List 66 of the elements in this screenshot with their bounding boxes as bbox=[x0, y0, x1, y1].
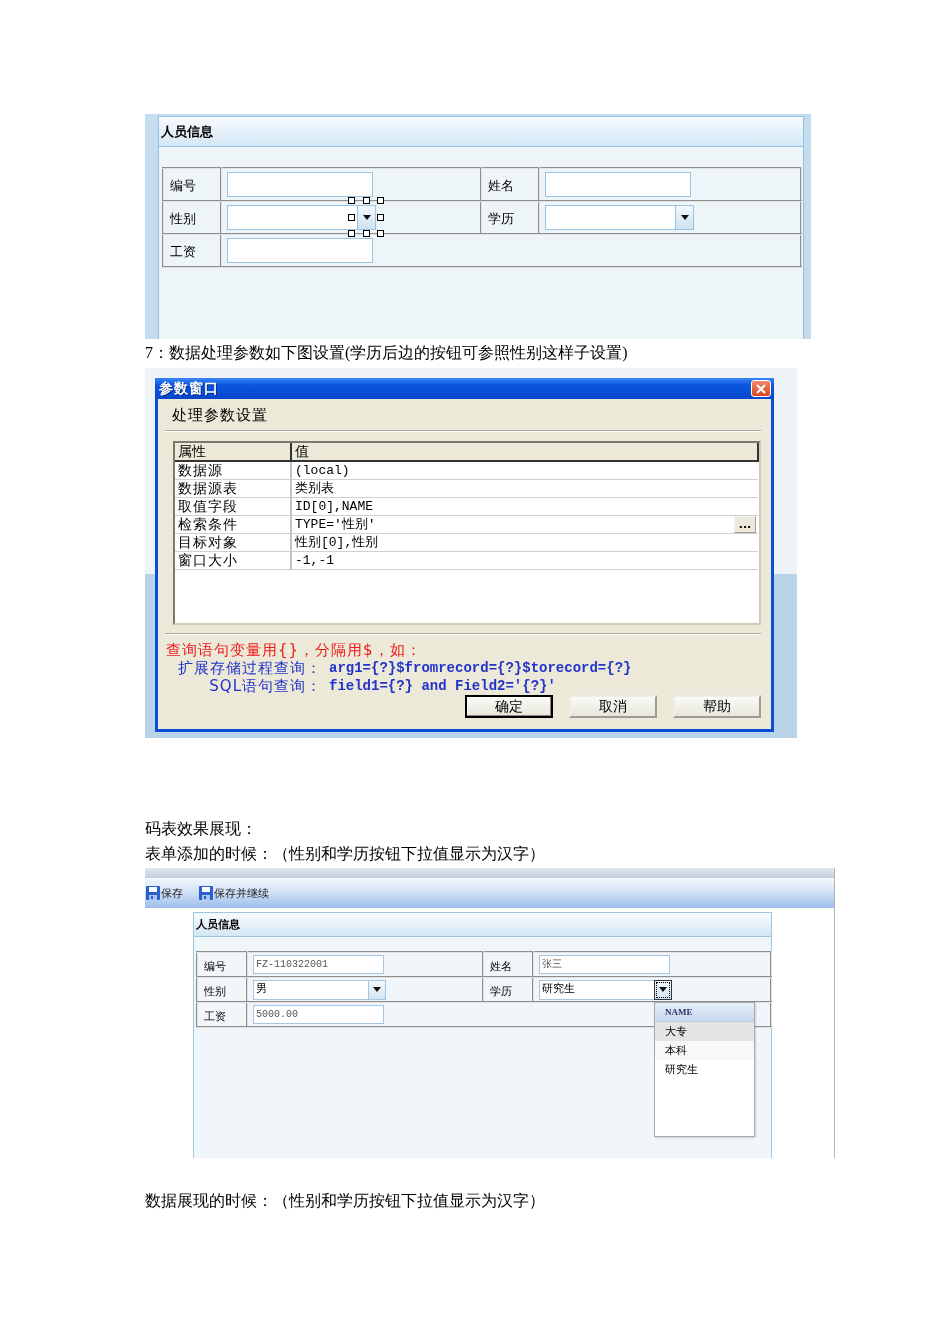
dialog-button[interactable]: 取消 bbox=[569, 695, 657, 718]
dropdown-button[interactable] bbox=[675, 205, 694, 230]
toolbar-button[interactable]: 保存并继续 bbox=[199, 885, 271, 901]
caret-icon bbox=[362, 215, 371, 220]
property-name: 取值字段 bbox=[178, 498, 238, 514]
panel-title: 人员信息 bbox=[196, 917, 240, 932]
text-field[interactable] bbox=[545, 172, 691, 197]
field-label: 工资 bbox=[169, 243, 196, 259]
select-field[interactable] bbox=[227, 205, 357, 230]
selection-handles-drawing[interactable] bbox=[348, 197, 384, 237]
hint-text: 查询语句变量用{}，分隔用$，如： bbox=[166, 641, 422, 659]
text-field[interactable] bbox=[227, 172, 373, 197]
caption-text: 表单添加的时候：（性别和学历按钮下拉值显示为汉字） bbox=[145, 844, 545, 864]
property-name: 窗口大小 bbox=[178, 552, 238, 568]
example-code: field1={?} and Field2='{?}' bbox=[329, 677, 556, 695]
dropdown-button[interactable] bbox=[654, 979, 672, 1000]
field-label: 学历 bbox=[487, 210, 514, 226]
list-header: NAME bbox=[655, 1002, 754, 1022]
browse-button[interactable]: ... bbox=[734, 516, 756, 533]
field-label: 姓名 bbox=[489, 960, 512, 973]
field-label: 姓名 bbox=[487, 177, 514, 193]
dialog-button[interactable]: 帮助 bbox=[673, 695, 761, 718]
text-field[interactable] bbox=[227, 238, 373, 263]
column-header: 值 bbox=[291, 443, 758, 461]
property-name: 检索条件 bbox=[178, 516, 238, 532]
panel-title: 人员信息 bbox=[161, 122, 213, 141]
step-note: 7：数据处理参数如下图设置(学历后边的按钮可参照性别这样子设置) bbox=[145, 343, 628, 364]
field-label: 工资 bbox=[203, 1010, 226, 1023]
property-value: TYPE='性别' bbox=[295, 516, 376, 533]
caret-icon bbox=[373, 987, 381, 992]
property-value: (local) bbox=[295, 462, 350, 479]
save-icon bbox=[199, 886, 213, 900]
property-value: -1,-1 bbox=[295, 552, 334, 569]
field-label: 学历 bbox=[489, 985, 512, 998]
property-value: 类别表 bbox=[295, 480, 334, 497]
section-heading: 处理参数设置 bbox=[172, 406, 268, 424]
text-field[interactable]: 5000.00 bbox=[253, 1005, 384, 1024]
dialog-button[interactable]: 确定 bbox=[465, 695, 553, 718]
text-field[interactable]: FZ-110322001 bbox=[253, 955, 384, 974]
text-field[interactable]: 张三 bbox=[539, 955, 670, 974]
example-label: SQL语句查询： bbox=[209, 677, 322, 695]
field-label: 编号 bbox=[203, 960, 226, 973]
example-label: 扩展存储过程查询： bbox=[178, 659, 322, 677]
example-code: arg1={?}$fromrecord={?}$torecord={?} bbox=[329, 659, 632, 677]
select-field[interactable]: 男 bbox=[253, 979, 368, 1000]
caption-text: 数据展现的时候：（性别和学历按钮下拉值显示为汉字） bbox=[145, 1191, 545, 1211]
property-name: 数据源表 bbox=[178, 480, 238, 496]
caret-icon bbox=[659, 987, 667, 992]
select-field[interactable] bbox=[545, 205, 675, 230]
select-field[interactable]: 研究生 bbox=[539, 979, 654, 1000]
property-name: 数据源 bbox=[178, 462, 223, 478]
field-label: 性别 bbox=[203, 985, 226, 998]
field-label: 性别 bbox=[169, 210, 196, 226]
section-title: 码表效果展现： bbox=[145, 819, 257, 839]
property-value: 性别[0],性别 bbox=[295, 534, 379, 551]
column-header: 属性 bbox=[175, 443, 291, 461]
dropdown-button[interactable] bbox=[357, 205, 376, 230]
property-value: ID[0],NAME bbox=[295, 498, 373, 515]
close-button[interactable] bbox=[751, 380, 771, 397]
dialog-title: 参数窗口 bbox=[159, 379, 219, 398]
property-name: 目标对象 bbox=[178, 534, 238, 550]
caret-icon bbox=[680, 215, 689, 220]
save-icon bbox=[146, 886, 160, 900]
field-label: 编号 bbox=[169, 177, 196, 193]
toolbar-button[interactable]: 保存 bbox=[146, 885, 185, 901]
close-icon bbox=[756, 383, 766, 394]
